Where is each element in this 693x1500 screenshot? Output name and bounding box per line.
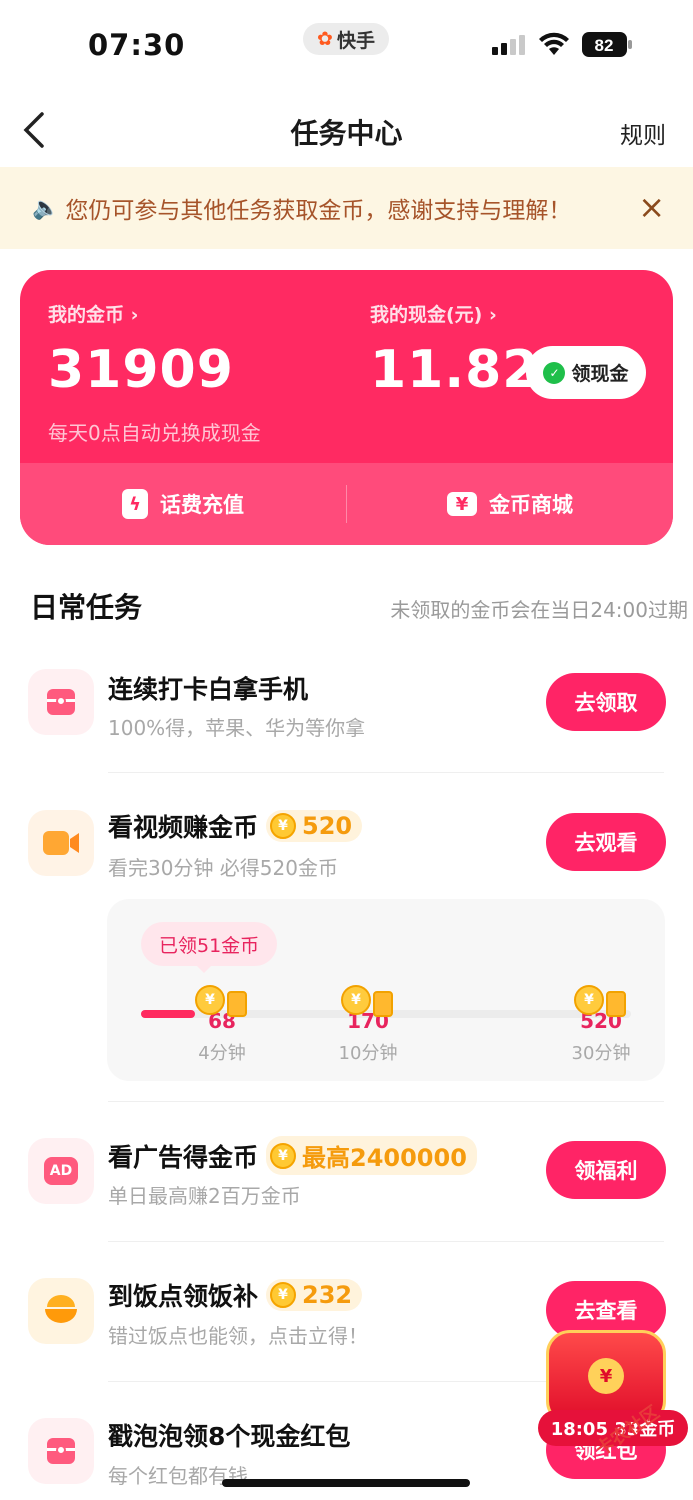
coin-stack-icon: ¥ bbox=[341, 985, 395, 1021]
coin-mall-label: 金币商城 bbox=[489, 493, 573, 517]
divider bbox=[108, 1101, 664, 1102]
notice-banner: 🔈 您仍可参与其他任务获取金币，感谢支持与理解！ × bbox=[0, 167, 693, 249]
cash-value: 11.82 bbox=[370, 340, 540, 400]
back-arrow-icon[interactable] bbox=[22, 112, 46, 155]
ad-icon: AD bbox=[28, 1138, 94, 1204]
claimed-tooltip: 已领51金币 bbox=[141, 922, 278, 966]
cellular-signal-icon bbox=[492, 35, 525, 55]
gift-box-icon bbox=[28, 1418, 94, 1484]
coins-note: 每天0点自动兑换成现金 bbox=[48, 421, 261, 445]
reward-badge: ¥ 最高2400000 bbox=[266, 1136, 477, 1175]
rules-link[interactable]: 规则 bbox=[620, 116, 666, 150]
coin-stack-icon: ¥ bbox=[195, 985, 249, 1021]
daily-tasks-note: 未领取的金币会在当日24:00过期 bbox=[390, 598, 688, 622]
wallet-actions: ϟ 话费充值 ¥ 金币商城 bbox=[20, 463, 673, 545]
coins-value: 31909 bbox=[48, 340, 234, 400]
close-icon[interactable]: × bbox=[638, 189, 665, 225]
ad-icon-label: AD bbox=[44, 1157, 78, 1185]
watch-button[interactable]: 去观看 bbox=[546, 813, 666, 871]
coin-icon: ¥ bbox=[270, 1142, 297, 1169]
phone-recharge-button[interactable]: ϟ 话费充值 bbox=[20, 489, 346, 519]
coin-icon: ¥ bbox=[270, 1282, 297, 1308]
coin-icon: ¥ bbox=[588, 1358, 624, 1394]
milestone-time: 30分钟 bbox=[571, 1043, 631, 1064]
reward-badge: ¥232 bbox=[266, 1279, 363, 1311]
phone-recharge-label: 话费充值 bbox=[160, 493, 244, 517]
cash-label[interactable]: 我的现金(元) › bbox=[370, 300, 497, 327]
withdraw-label: 领现金 bbox=[571, 363, 629, 385]
task-title: 看视频赚金币 bbox=[108, 813, 259, 842]
status-time: 07:30 bbox=[88, 28, 186, 62]
task-title: 到饭点领饭补 bbox=[108, 1282, 259, 1311]
lightning-icon: ϟ bbox=[122, 489, 148, 519]
reward-value: 最高2400000 bbox=[302, 1144, 467, 1172]
rice-bowl-icon bbox=[28, 1278, 94, 1344]
task-title: 连续打卡白拿手机 bbox=[108, 675, 309, 704]
task-title-row: 到饭点领饭补 ¥232 bbox=[108, 1277, 363, 1313]
kuaishou-logo-icon: ✿ bbox=[317, 28, 333, 50]
coin-stack-icon: ¥ bbox=[574, 985, 628, 1021]
reward-value: 520 bbox=[302, 812, 353, 840]
home-indicator[interactable] bbox=[222, 1479, 470, 1487]
milestone-time: 10分钟 bbox=[338, 1043, 398, 1064]
speaker-icon: 🔈 bbox=[32, 195, 60, 221]
milestone-time: 4分钟 bbox=[198, 1043, 246, 1064]
coin-icon: ¥ bbox=[270, 813, 297, 839]
milestone: ¥ 68 4分钟 bbox=[177, 985, 267, 1065]
milestone: ¥ 520 30分钟 bbox=[556, 985, 646, 1065]
benefit-button[interactable]: 领福利 bbox=[546, 1141, 666, 1199]
wifi-icon bbox=[539, 32, 569, 55]
wechat-icon: ✓ bbox=[543, 361, 566, 384]
reward-value: 232 bbox=[302, 1281, 353, 1309]
app-indicator-pill[interactable]: ✿ 快手 bbox=[303, 23, 389, 55]
gift-box-icon bbox=[28, 669, 94, 735]
wallet-card: 我的金币 › 31909 每天0点自动兑换成现金 我的现金(元) › 11.82… bbox=[20, 270, 673, 545]
video-camera-icon bbox=[28, 810, 94, 876]
battery-icon: 82 bbox=[582, 32, 632, 57]
task-title-row: 看视频赚金币 ¥520 bbox=[108, 808, 363, 844]
page-title: 任务中心 bbox=[290, 117, 403, 150]
task-desc: 看完30分钟 必得520金币 bbox=[108, 856, 338, 880]
tooltip-arrow bbox=[195, 964, 213, 973]
task-desc: 100%得，苹果、华为等你拿 bbox=[108, 716, 366, 740]
task-desc: 错过饭点也能领，点击立得！ bbox=[108, 1324, 368, 1348]
milestone: ¥ 170 10分钟 bbox=[323, 985, 413, 1065]
divider bbox=[108, 772, 664, 773]
reward-badge: ¥520 bbox=[266, 810, 363, 842]
ticket-icon: ¥ bbox=[447, 492, 477, 516]
task-title: 戳泡泡领8个现金红包 bbox=[108, 1422, 351, 1451]
task-desc: 单日最高赚2百万金币 bbox=[108, 1184, 301, 1208]
app-name: 快手 bbox=[336, 29, 375, 52]
withdraw-cash-button[interactable]: ✓ 领现金 bbox=[526, 346, 646, 399]
claim-button[interactable]: 去领取 bbox=[546, 673, 666, 731]
task-title-row: 看广告得金币 ¥ 最高2400000 bbox=[108, 1136, 477, 1175]
battery-level: 82 bbox=[595, 36, 614, 55]
notice-text: 您仍可参与其他任务获取金币，感谢支持与理解！ bbox=[65, 198, 572, 224]
task-title: 看广告得金币 bbox=[108, 1142, 259, 1172]
divider bbox=[108, 1241, 664, 1242]
coin-mall-button[interactable]: ¥ 金币商城 bbox=[347, 489, 673, 519]
coins-label[interactable]: 我的金币 › bbox=[48, 300, 138, 327]
daily-tasks-title: 日常任务 bbox=[30, 591, 143, 624]
